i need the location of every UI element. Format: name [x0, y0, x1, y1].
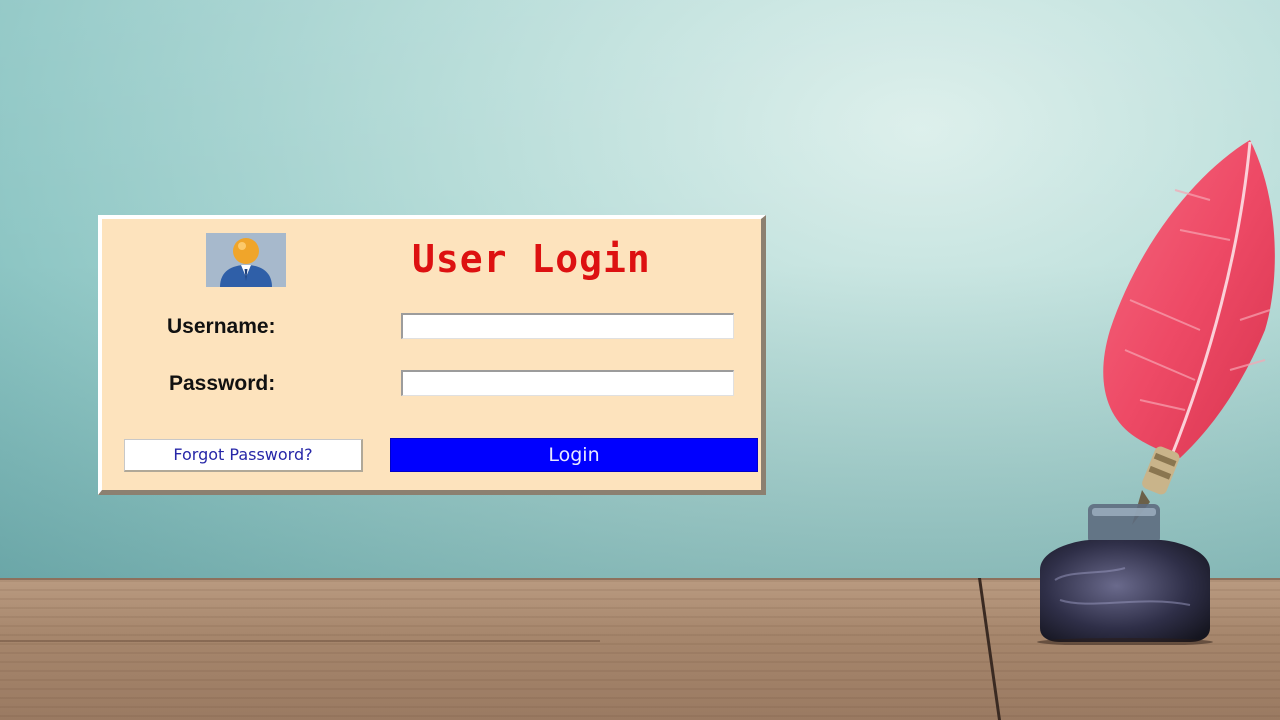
password-input[interactable]: [401, 370, 734, 396]
password-label: Password:: [169, 372, 276, 395]
inkwell-icon: [1037, 504, 1213, 645]
username-label: Username:: [167, 315, 276, 338]
desktop-scene: User Login Username: Password: Forgot Pa…: [0, 0, 1280, 720]
user-avatar-icon: [206, 233, 286, 287]
forgot-password-button[interactable]: Forgot Password?: [124, 439, 363, 472]
table-seam: [0, 640, 600, 642]
feather-quill-icon: [1103, 140, 1275, 525]
login-panel: User Login Username: Password: Forgot Pa…: [98, 215, 766, 495]
page-title: User Login: [412, 237, 651, 281]
username-input[interactable]: [401, 313, 734, 339]
login-button[interactable]: Login: [390, 438, 758, 472]
